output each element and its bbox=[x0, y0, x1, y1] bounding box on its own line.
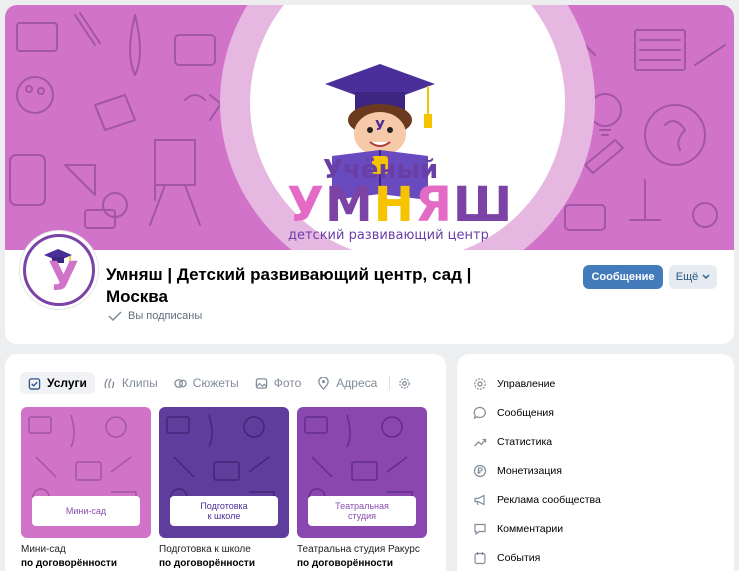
brand-letter: Ш bbox=[452, 177, 514, 233]
stats-icon bbox=[474, 438, 487, 446]
gear-icon bbox=[474, 377, 486, 390]
menu-item-label: Реклама сообщества bbox=[497, 493, 601, 506]
more-button-label: Ещё bbox=[675, 271, 699, 283]
group-header-card: У Учёный УМНЯШ детский развивающий центр… bbox=[5, 5, 734, 344]
checkmark-icon bbox=[108, 311, 122, 321]
subscription-label: Вы подписаны bbox=[128, 310, 203, 322]
service-image: Подготовка к школе bbox=[159, 407, 289, 538]
group-avatar[interactable]: У bbox=[20, 231, 98, 309]
service-price: по договорённости bbox=[297, 558, 393, 569]
brand-letter: Н bbox=[373, 177, 415, 233]
location-icon bbox=[318, 376, 330, 390]
tab-label: Сюжеты bbox=[192, 376, 239, 390]
tab-addresses[interactable]: Адреса bbox=[309, 372, 385, 394]
service-item[interactable]: Подготовка к школе Подготовка к школе по… bbox=[159, 407, 289, 569]
menu-item-label: Комментарии bbox=[497, 522, 564, 535]
tab-clips[interactable]: Клипы bbox=[95, 372, 166, 394]
menu-item-manage[interactable]: Управление bbox=[473, 369, 601, 398]
service-item[interactable]: Мини-сад Мини-сад по договорённости bbox=[21, 407, 151, 569]
service-item[interactable]: Театральная студия Театральна студия Рак… bbox=[297, 407, 427, 569]
megaphone-icon bbox=[474, 494, 485, 505]
ruble-icon bbox=[473, 464, 487, 477]
events-icon bbox=[474, 551, 486, 564]
brand-subtitle: детский развивающий центр bbox=[288, 228, 489, 243]
service-image: Мини-сад bbox=[21, 407, 151, 538]
avatar-letter: У bbox=[48, 254, 79, 300]
brand-letter: У bbox=[287, 177, 326, 233]
services-card: Услуги Клипы Сюжеты Фото Адреса Мини-сад… bbox=[5, 354, 446, 571]
tab-settings[interactable] bbox=[394, 372, 415, 394]
tab-stories[interactable]: Сюжеты bbox=[166, 372, 247, 394]
more-button[interactable]: Ещё bbox=[669, 265, 717, 289]
stories-icon bbox=[174, 378, 187, 388]
menu-item-ads[interactable]: Реклама сообщества bbox=[473, 485, 601, 514]
subscription-status[interactable]: Вы подписаны bbox=[108, 310, 202, 322]
brand-letter: Я bbox=[414, 177, 453, 233]
message-icon bbox=[473, 406, 486, 419]
tab-photo[interactable]: Фото bbox=[247, 372, 310, 394]
photo-icon bbox=[255, 377, 267, 389]
service-image: Театральная студия bbox=[297, 407, 427, 538]
comment-icon bbox=[474, 523, 486, 535]
message-button[interactable]: Сообщение bbox=[583, 265, 663, 289]
menu-item-label: Сообщения bbox=[497, 406, 554, 419]
services-icon bbox=[28, 377, 41, 390]
service-price: по договорённости bbox=[21, 558, 117, 569]
tab-label: Фото bbox=[273, 376, 302, 390]
tab-services[interactable]: Услуги bbox=[20, 372, 95, 394]
service-badge: Театральная студия bbox=[308, 496, 416, 526]
menu-item-label: События bbox=[497, 551, 541, 564]
avatar-logo: У bbox=[23, 234, 95, 306]
menu-item-label: Управление bbox=[497, 377, 556, 390]
cover-image: У Учёный УМНЯШ детский развивающий центр bbox=[5, 5, 734, 250]
brand-wordmark: УМНЯШ bbox=[287, 177, 513, 233]
menu-item-label: Монетизация bbox=[497, 464, 562, 477]
service-price: по договорённости bbox=[159, 558, 255, 569]
menu-item-comments[interactable]: Комментарии bbox=[473, 514, 601, 543]
tab-label: Клипы bbox=[121, 376, 158, 390]
group-title: Умняш | Детский развивающий центр, сад |… bbox=[106, 265, 472, 306]
menu-item-events[interactable]: События bbox=[473, 543, 601, 571]
service-name: Театральна студия Ракурс bbox=[297, 544, 420, 555]
tab-label: Услуги bbox=[47, 376, 87, 390]
admin-menu: Управление Сообщения Статистика Монетиза… bbox=[473, 369, 601, 571]
section-tabs: Услуги Клипы Сюжеты Фото Адреса bbox=[20, 372, 415, 394]
services-list: Мини-сад Мини-сад по договорённости Подг… bbox=[21, 407, 427, 569]
service-badge: Мини-сад bbox=[32, 496, 140, 526]
menu-item-monetization[interactable]: Монетизация bbox=[473, 456, 601, 485]
service-badge: Подготовка к школе bbox=[170, 496, 278, 526]
gear-icon bbox=[399, 377, 411, 389]
tab-label: Адреса bbox=[336, 376, 378, 390]
service-name: Подготовка к школе bbox=[159, 544, 251, 555]
clips-icon bbox=[104, 377, 115, 388]
admin-menu-card: Управление Сообщения Статистика Монетиза… bbox=[457, 354, 734, 571]
page: У Учёный УМНЯШ детский развивающий центр… bbox=[0, 0, 739, 571]
service-name: Мини-сад bbox=[21, 544, 66, 555]
brand-letter: М bbox=[325, 177, 374, 233]
tab-divider bbox=[389, 376, 391, 390]
book-letter: У bbox=[375, 119, 386, 134]
menu-item-messages[interactable]: Сообщения bbox=[473, 398, 601, 427]
menu-item-label: Статистика bbox=[497, 435, 553, 448]
chevron-down-icon bbox=[702, 274, 710, 279]
menu-item-stats[interactable]: Статистика bbox=[473, 427, 601, 456]
